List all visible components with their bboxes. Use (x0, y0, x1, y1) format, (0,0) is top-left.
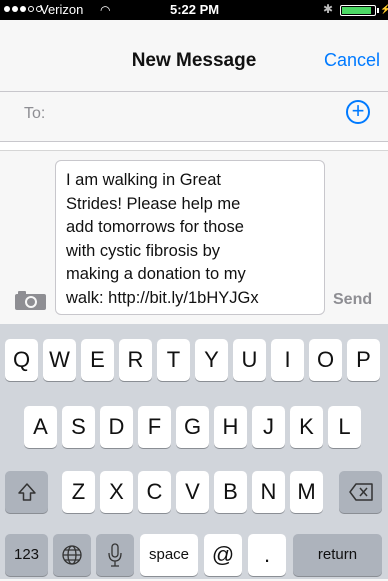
key-p[interactable]: P (347, 339, 380, 381)
key-m[interactable]: M (290, 471, 323, 513)
key-g[interactable]: G (176, 406, 209, 448)
key-f[interactable]: F (138, 406, 171, 448)
key-n[interactable]: N (252, 471, 285, 513)
battery-tip (377, 8, 379, 13)
message-line: I am walking in Great (66, 171, 221, 189)
backspace-icon (348, 483, 373, 501)
message-line: with cystic fibrosis by (66, 241, 221, 260)
key-w[interactable]: W (43, 339, 76, 381)
battery-icon (340, 5, 376, 16)
numbers-key[interactable]: 123 (5, 534, 48, 576)
key-y[interactable]: Y (195, 339, 228, 381)
key-q[interactable]: Q (5, 339, 38, 381)
delete-key[interactable] (339, 471, 382, 513)
carrier-label: Verizon (40, 2, 84, 17)
at-key[interactable]: @ (204, 534, 242, 576)
key-u[interactable]: U (233, 339, 266, 381)
dictation-key[interactable] (96, 534, 134, 576)
camera-icon[interactable] (15, 290, 46, 310)
keyboard: Q W E R T Y U I O P A S D F G H J K L Z … (0, 324, 388, 579)
key-e[interactable]: E (81, 339, 114, 381)
key-d[interactable]: D (100, 406, 133, 448)
key-b[interactable]: B (214, 471, 247, 513)
signal-strength-icon (4, 6, 42, 12)
key-x[interactable]: X (100, 471, 133, 513)
key-a[interactable]: A (24, 406, 57, 448)
message-line: walk: http://bit.ly/1bHYJGx (66, 288, 259, 307)
key-z[interactable]: Z (62, 471, 95, 513)
key-i[interactable]: I (271, 339, 304, 381)
add-contact-icon[interactable]: + (346, 100, 370, 124)
return-key[interactable]: return (293, 534, 382, 576)
message-line: Strides! Please help me (66, 194, 241, 213)
status-time: 5:22 PM (170, 2, 220, 17)
cancel-button[interactable]: Cancel (324, 50, 380, 71)
recipient-row[interactable] (0, 92, 388, 142)
message-text[interactable]: I am walking in Great Strides! Please he… (66, 169, 322, 310)
key-o[interactable]: O (309, 339, 342, 381)
key-j[interactable]: J (252, 406, 285, 448)
key-k[interactable]: K (290, 406, 323, 448)
shift-icon (17, 483, 36, 501)
to-label: To: (24, 105, 46, 122)
key-t[interactable]: T (157, 339, 190, 381)
globe-icon (62, 545, 82, 565)
key-l[interactable]: L (328, 406, 361, 448)
space-key[interactable]: space (140, 534, 198, 576)
key-c[interactable]: C (138, 471, 171, 513)
shift-key[interactable] (5, 471, 48, 513)
charging-icon: ⚡ (380, 4, 388, 14)
key-s[interactable]: S (62, 406, 95, 448)
key-r[interactable]: R (119, 339, 152, 381)
battery-fill (342, 7, 371, 14)
key-h[interactable]: H (214, 406, 247, 448)
wifi-icon: ◠ (100, 3, 111, 17)
send-button[interactable]: Send (333, 291, 372, 309)
dot-key[interactable]: . (248, 534, 286, 576)
message-line: add tomorrows for those (66, 218, 244, 236)
key-v[interactable]: V (176, 471, 209, 513)
bluetooth-icon: ✱ (323, 2, 334, 16)
microphone-icon (108, 543, 122, 567)
globe-key[interactable] (53, 534, 91, 576)
message-line: making a donation to my (66, 265, 246, 283)
